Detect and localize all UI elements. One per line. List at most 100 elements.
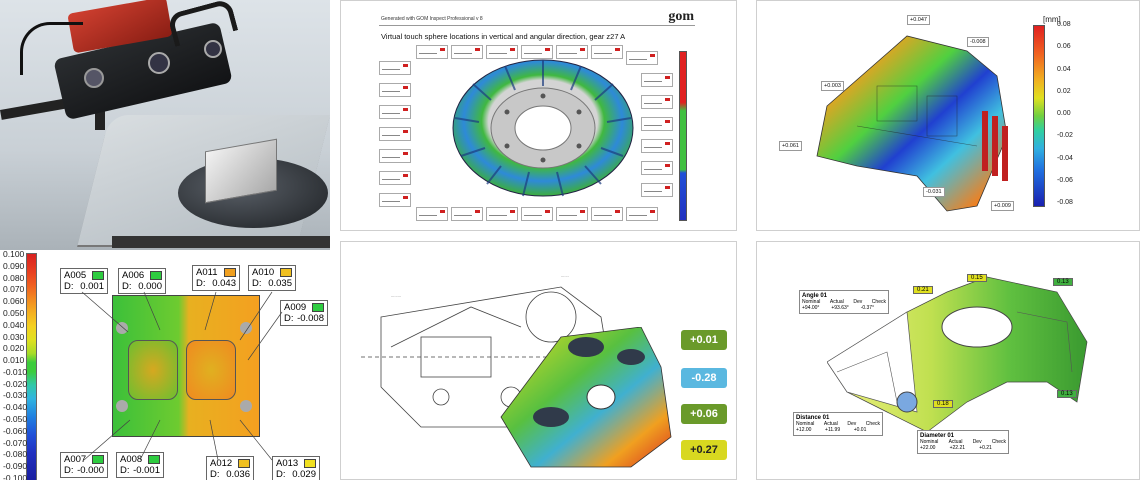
- touch-label-line: [489, 53, 507, 54]
- touch-label-line: [489, 215, 507, 216]
- gear-touch-label: [451, 45, 483, 59]
- gear-touch-label: [626, 207, 658, 221]
- gear-touch-label: [641, 183, 673, 197]
- touch-label-line: [644, 191, 662, 192]
- scanner-cable: [20, 22, 83, 75]
- scanner-lens-center: [148, 52, 170, 74]
- touch-label-line: [382, 91, 400, 92]
- touch-label-line: [382, 157, 400, 158]
- heatmap-part: [816, 35, 1008, 212]
- touch-label-flag: [403, 174, 408, 177]
- gdt-value-tag: 0.15: [967, 274, 987, 282]
- svg-text:.........: .........: [391, 293, 401, 298]
- heatmap-scale-label: -0.06: [1057, 176, 1073, 184]
- heatmap-scale-label: -0.08: [1057, 199, 1073, 206]
- heatmap-tag-1: +0.047: [907, 15, 930, 25]
- svg-text:.......: .......: [561, 273, 569, 278]
- gear-touch-label: [591, 207, 623, 221]
- column-value: +93.63°: [831, 305, 849, 311]
- gear-touch-label: [641, 95, 673, 109]
- gear-touch-label: [641, 139, 673, 153]
- gear-touch-label: [556, 207, 588, 221]
- angle-values: +94.00° +93.63° -0.37°: [802, 305, 886, 311]
- touch-label-line: [644, 169, 662, 170]
- heatmap-tag-3: +0.003: [821, 81, 844, 91]
- gear-touch-label: [641, 161, 673, 175]
- touch-label-line: [454, 215, 472, 216]
- gear-color-bar: [679, 51, 687, 221]
- gear-image: [452, 59, 634, 197]
- touch-label-line: [524, 53, 542, 54]
- gear-touch-label: [626, 51, 658, 65]
- heatmap-scale-label: -0.04: [1057, 154, 1073, 162]
- column-header: Check: [865, 421, 880, 427]
- column-value: +22.21: [949, 445, 966, 451]
- touch-label-line: [419, 215, 437, 216]
- touch-label-flag: [615, 210, 620, 213]
- report-header: Generated with GOM Inspect Professional …: [381, 16, 483, 22]
- touch-label-flag: [510, 48, 515, 51]
- heatmap-tag-6: +0.009: [991, 201, 1014, 211]
- cad-colored-part: [500, 327, 672, 468]
- gear-touch-label: [521, 207, 553, 221]
- gear-touch-label: [379, 83, 411, 97]
- touch-label-line: [629, 215, 647, 216]
- report-header-line: [379, 25, 695, 26]
- column-value: +11.99: [825, 427, 841, 433]
- gdt-value-tag: 0.13: [1057, 390, 1077, 398]
- touch-label-line: [454, 53, 472, 54]
- heatmap-scale-label: 0.06: [1057, 43, 1071, 51]
- gear-report-panel: Generated with GOM Inspect Professional …: [340, 0, 737, 231]
- table-edge: [112, 236, 330, 248]
- touch-label-flag: [665, 98, 670, 101]
- touch-label-line: [644, 125, 662, 126]
- gear-touch-label: [416, 45, 448, 59]
- gear-touch-label: [486, 207, 518, 221]
- touch-label-flag: [650, 210, 655, 213]
- angle-callout: Angle 01 Nominal Actual Dev Check +94.00° +9…: [799, 290, 889, 314]
- deviation-badge: +0.06: [681, 404, 727, 424]
- report-title: Virtual touch sphere locations in vertic…: [381, 32, 626, 41]
- heatmap-tag-2: -0.008: [967, 37, 989, 47]
- gdt-value-tag: 0.13: [1053, 278, 1073, 286]
- heatmap-tag-5: -0.031: [923, 187, 945, 197]
- gdt-value-tag: 0.21: [913, 286, 933, 294]
- touch-label-flag: [665, 142, 670, 145]
- cad-overlay-panel: ................ +0.01 -0.28 +0.06 +0.27: [340, 241, 737, 480]
- column-value: +94.00°: [802, 305, 820, 311]
- touch-label-line: [524, 215, 542, 216]
- touch-label-line: [559, 53, 577, 54]
- touch-label-flag: [665, 76, 670, 79]
- diameter-callout: Diameter 01 Nominal Actual Dev Check +22.00…: [917, 430, 1009, 454]
- deviation-badge: +0.27: [681, 440, 727, 460]
- touch-label-line: [382, 201, 400, 202]
- gear-touch-label: [556, 45, 588, 59]
- touch-label-flag: [403, 64, 408, 67]
- gear-touch-label: [486, 45, 518, 59]
- touch-label-line: [629, 59, 647, 60]
- touch-label-flag: [615, 48, 620, 51]
- gear-touch-label: [451, 207, 483, 221]
- column-value: -0.37°: [860, 305, 875, 311]
- gom-logo: gom: [668, 9, 694, 24]
- gear-touch-label: [416, 207, 448, 221]
- touch-label-flag: [510, 210, 515, 213]
- touch-label-line: [594, 215, 612, 216]
- touch-label-flag: [403, 152, 408, 155]
- touch-label-line: [644, 147, 662, 148]
- touch-label-flag: [403, 130, 408, 133]
- gear-touch-label: [379, 193, 411, 207]
- gear-touch-label: [641, 73, 673, 87]
- column-value: +0.01: [853, 427, 867, 433]
- distance-callout: Distance 01 Nominal Actual Dev Check +12.00…: [793, 412, 883, 436]
- heatmap-scale-label: 0.02: [1057, 87, 1071, 95]
- gear-touch-label: [379, 149, 411, 163]
- gear-touch-label: [591, 45, 623, 59]
- heatmap-scale-label: 0.08: [1057, 21, 1071, 28]
- scanner-photo-panel: 0.100 0.090 0.080 0.070 0.060 0.050 0.040 0.030…: [0, 0, 330, 480]
- touch-label-flag: [665, 186, 670, 189]
- column-value: +12.00: [796, 427, 812, 433]
- touch-label-line: [382, 69, 400, 70]
- heatmap-scale-label: 0.00: [1057, 110, 1071, 117]
- heatmap-scale-label: 0.04: [1057, 65, 1071, 73]
